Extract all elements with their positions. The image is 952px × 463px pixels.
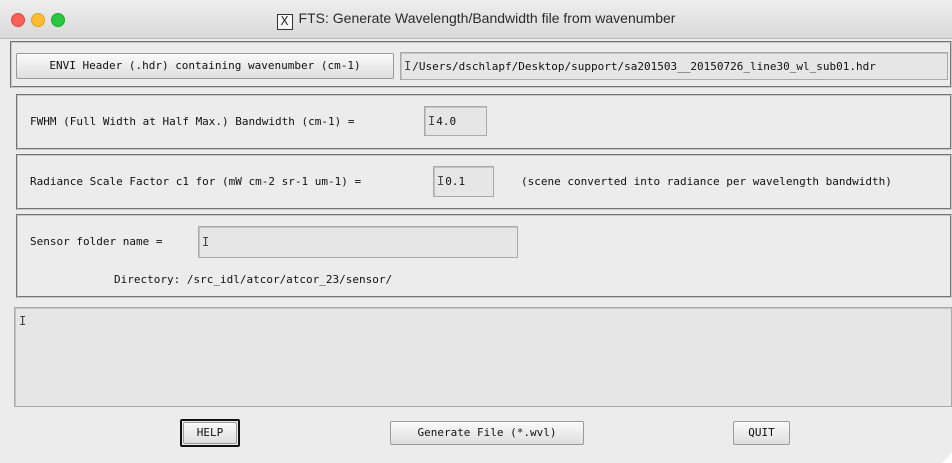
- title-bar: X FTS: Generate Wavelength/Bandwidth file…: [0, 0, 952, 39]
- envi-header-button[interactable]: ENVI Header (.hdr) containing wavenumber…: [16, 53, 394, 79]
- x11-icon: X: [276, 14, 293, 30]
- text-cursor-icon: Ι: [19, 314, 27, 328]
- sensor-directory-text: Directory: /src_idl/atcor/atcor_23/senso…: [114, 273, 393, 286]
- header-file-path-field[interactable]: Ι/Users/dschlapf/Desktop/support/sa20150…: [400, 52, 948, 80]
- quit-button[interactable]: QUIT: [733, 421, 790, 445]
- radiance-scale-input[interactable]: Ι0.1: [433, 166, 494, 197]
- generate-file-button[interactable]: Generate File (*.wvl): [390, 421, 584, 445]
- radiance-label: Radiance Scale Factor c1 for (mW cm-2 sr…: [30, 175, 362, 188]
- sensor-folder-input[interactable]: Ι: [198, 226, 518, 258]
- radiance-scale-value: 0.1: [445, 175, 466, 188]
- text-cursor-icon: Ι: [202, 235, 210, 249]
- sensor-folder-label: Sensor folder name =: [30, 235, 163, 248]
- window-title-group: X FTS: Generate Wavelength/Bandwidth file…: [0, 10, 952, 30]
- header-file-path-value: /Users/dschlapf/Desktop/support/sa201503…: [412, 60, 876, 73]
- text-cursor-icon: Ι: [404, 59, 412, 73]
- message-log-area[interactable]: Ι: [14, 307, 952, 407]
- resize-grip-icon[interactable]: [942, 453, 952, 463]
- radiance-note: (scene converted into radiance per wavel…: [521, 175, 892, 188]
- text-cursor-icon: Ι: [437, 174, 445, 188]
- text-cursor-icon: Ι: [428, 114, 436, 128]
- fwhm-label: FWHM (Full Width at Half Max.) Bandwidth…: [30, 115, 355, 128]
- fwhm-value: 4.0: [436, 115, 457, 128]
- fwhm-input[interactable]: Ι4.0: [424, 106, 487, 136]
- help-button[interactable]: HELP: [183, 422, 237, 444]
- window-title: FTS: Generate Wavelength/Bandwidth file …: [298, 10, 676, 26]
